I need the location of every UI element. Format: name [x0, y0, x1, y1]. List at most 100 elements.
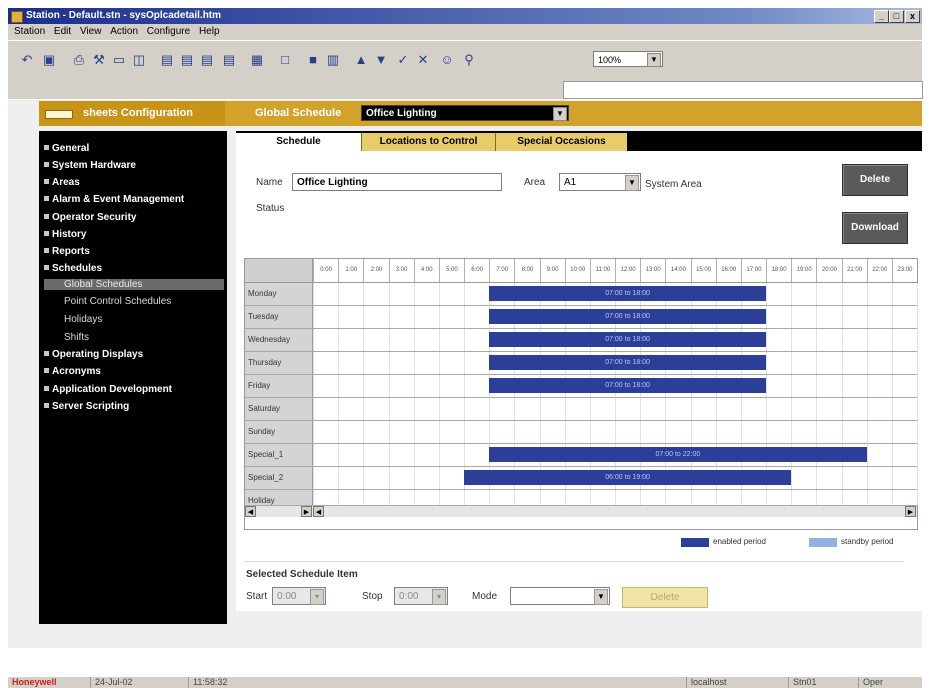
sidebar-subitem-shifts[interactable]: Shifts [64, 332, 89, 343]
day-label: Special_1 [245, 444, 313, 466]
schedule-row[interactable]: Special_1 07:00 to 22:00 [245, 444, 917, 467]
users-icon[interactable]: ☺ [438, 52, 456, 68]
delete-button[interactable]: Delete [842, 164, 908, 196]
day-label: Sunday [245, 421, 313, 443]
panel-icon[interactable]: □ [276, 52, 294, 68]
schedule-period-bar[interactable]: 07:00 to 22:00 [489, 447, 867, 462]
hour-header-cell: 7:00 [489, 259, 514, 282]
grid-scrollbar[interactable]: ◀ ▶ [313, 505, 917, 517]
area-select[interactable]: A1 ▼ [559, 173, 641, 191]
schedule-row[interactable]: Sunday [245, 421, 917, 444]
scroll-right-icon[interactable]: ▶ [905, 506, 916, 517]
sidebar-item-server-scripting[interactable]: Server Scripting [44, 401, 129, 412]
status-bar: Honeywell 24-Jul-02 11:58:32 localhost S… [8, 677, 922, 688]
schedule-row[interactable]: Special_2 06:00 to 19:00 [245, 467, 917, 490]
schedule-period-bar[interactable]: 07:00 to 18:00 [489, 286, 766, 301]
cancel-icon[interactable]: ✕ [414, 52, 432, 68]
sidebar-item-acronyms[interactable]: Acronyms [44, 366, 101, 377]
down-arrow-icon[interactable]: ▼ [372, 52, 390, 68]
sidebar-subitem-global-schedules[interactable]: Global Schedules [44, 279, 224, 290]
stop-time-field[interactable]: 0:00 ▾ [394, 587, 448, 605]
tools-icon[interactable]: ⚒ [90, 52, 108, 68]
chart-icon[interactable]: ▤ [220, 52, 238, 68]
sidebar-item-areas[interactable]: Areas [44, 177, 80, 188]
schedule-row[interactable]: Saturday [245, 398, 917, 421]
copy-icon[interactable]: ▤ [158, 52, 176, 68]
day-label: Wednesday [245, 329, 313, 351]
name-field[interactable]: Office Lighting [292, 173, 502, 191]
scroll-right-icon[interactable]: ▶ [301, 506, 312, 517]
item-delete-button[interactable]: Delete [622, 587, 708, 608]
schedule-row[interactable]: Monday 07:00 to 18:00 [245, 283, 917, 306]
sidebar-item-alarm-event[interactable]: Alarm & Event Management [44, 194, 184, 205]
paste-icon[interactable]: ▤ [178, 52, 196, 68]
window-icon[interactable]: ▭ [110, 52, 128, 68]
sidebar-item-application-development[interactable]: Application Development [44, 384, 172, 395]
print-icon[interactable]: ⎙ [70, 52, 88, 68]
home-icon[interactable]: ▣ [40, 52, 58, 68]
schedule-period-bar[interactable]: 07:00 to 18:00 [489, 332, 766, 347]
sidebar-item-general[interactable]: General [44, 143, 89, 154]
up-arrow-icon[interactable]: ▲ [352, 52, 370, 68]
maximize-button[interactable]: □ [889, 10, 904, 23]
export-icon[interactable]: ▤ [198, 52, 216, 68]
hour-header-cell: 23:00 [891, 259, 917, 282]
menu-configure[interactable]: Configure [147, 26, 190, 37]
grid-icon[interactable]: ◫ [130, 52, 148, 68]
download-button[interactable]: Download [842, 212, 908, 244]
app-icon [11, 11, 23, 23]
back-icon[interactable]: ↶ [18, 52, 36, 68]
check-icon[interactable]: ✓ [394, 52, 412, 68]
menu-action[interactable]: Action [110, 26, 138, 37]
config-icon [45, 110, 73, 119]
grid-corner [245, 259, 313, 283]
sidebar-item-operating-displays[interactable]: Operating Displays [44, 349, 143, 360]
area-label: Area [524, 177, 546, 188]
search-icon[interactable]: ⚲ [460, 52, 478, 68]
zoom-select[interactable]: 100% ▼ [593, 51, 663, 67]
label-scrollbar[interactable]: ◀ ▶ [245, 505, 313, 517]
menu-edit[interactable]: Edit [54, 26, 71, 37]
start-label: Start [246, 591, 268, 602]
schedule-period-bar[interactable]: 07:00 to 18:00 [489, 378, 766, 393]
block-icon[interactable]: ■ [304, 52, 322, 68]
start-time-field[interactable]: 0:00 ▾ [272, 587, 326, 605]
schedule-period-bar[interactable]: 07:00 to 18:00 [489, 309, 766, 324]
window-title: Station - Default.stn - sysOplcadetail.h… [26, 10, 222, 21]
scroll-left-icon[interactable]: ◀ [313, 506, 324, 517]
area-value: A1 [564, 177, 577, 188]
selected-item-title: Selected Schedule Item [246, 569, 358, 580]
close-button[interactable]: x [905, 10, 920, 23]
menu-view[interactable]: View [80, 26, 102, 37]
chevron-down-icon: ▼ [553, 107, 567, 121]
schedule-row[interactable]: Tuesday 07:00 to 18:00 [245, 306, 917, 329]
sidebar-subitem-point-control[interactable]: Point Control Schedules [64, 296, 171, 307]
tab-special-occasions[interactable]: Special Occasions [495, 133, 627, 151]
mode-select[interactable]: ▼ [510, 587, 610, 605]
schedule-row[interactable]: Wednesday 07:00 to 18:00 [245, 329, 917, 352]
zoom-value: 100% [598, 55, 622, 65]
command-field[interactable] [563, 81, 923, 99]
tab-schedule[interactable]: Schedule [236, 133, 361, 151]
menu-station[interactable]: Station [14, 26, 45, 37]
sidebar-item-schedules[interactable]: Schedules [44, 263, 102, 274]
schedule-period-bar[interactable]: 07:00 to 18:00 [489, 355, 766, 370]
global-schedule-select[interactable]: Office Lighting ▼ [361, 105, 569, 121]
bullet-icon [44, 351, 49, 356]
sidebar-subitem-holidays[interactable]: Holidays [64, 314, 102, 325]
tab-locations-to-control[interactable]: Locations to Control [361, 133, 495, 151]
sidebar-item-history[interactable]: History [44, 229, 86, 240]
schedule-row[interactable]: Friday 07:00 to 18:00 [245, 375, 917, 398]
spinner-icon: ▾ [432, 589, 446, 605]
sidebar-item-operator-security[interactable]: Operator Security [44, 212, 136, 223]
scroll-left-icon[interactable]: ◀ [245, 506, 256, 517]
table-icon[interactable]: ▦ [248, 52, 266, 68]
bars-icon[interactable]: ▥ [324, 52, 342, 68]
schedule-row[interactable]: Thursday 07:00 to 18:00 [245, 352, 917, 375]
sidebar-item-reports[interactable]: Reports [44, 246, 90, 257]
sidebar-item-system-hardware[interactable]: System Hardware [44, 160, 136, 171]
day-label: Tuesday [245, 306, 313, 328]
menu-help[interactable]: Help [199, 26, 220, 37]
schedule-period-bar[interactable]: 06:00 to 19:00 [464, 470, 792, 485]
minimize-button[interactable]: _ [874, 10, 889, 23]
